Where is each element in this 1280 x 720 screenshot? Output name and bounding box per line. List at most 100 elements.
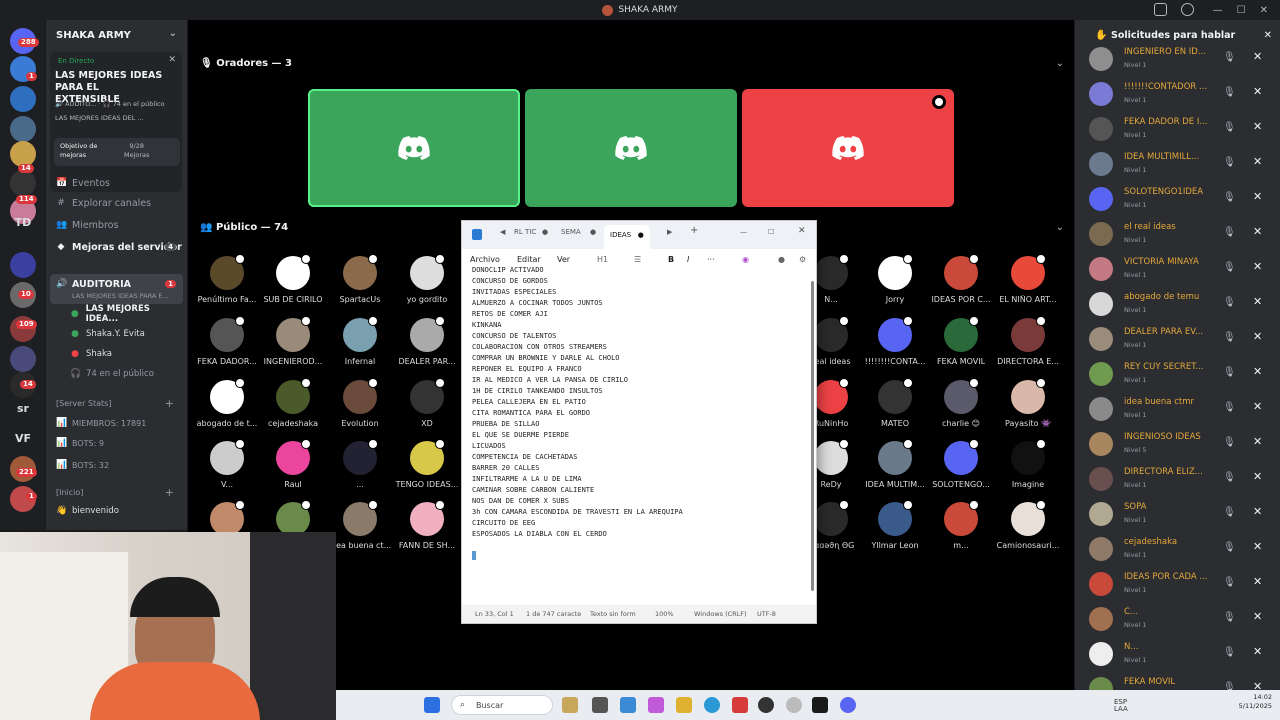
new-tab-button[interactable]: + bbox=[690, 225, 698, 236]
search-input[interactable]: ⌕ Buscar bbox=[451, 695, 553, 715]
audience-member[interactable]: SOLOTENGO... bbox=[926, 439, 996, 501]
audience-member[interactable]: m... bbox=[926, 500, 996, 562]
invite-to-speak-icon[interactable]: 🎙 bbox=[1223, 192, 1236, 203]
audience-member[interactable]: charlie 😊 bbox=[926, 378, 996, 440]
inbox-icon[interactable] bbox=[1154, 3, 1167, 16]
audience-member[interactable]: IDEAS POR C... bbox=[926, 254, 996, 316]
audience-member[interactable]: cejadeshaka bbox=[258, 378, 328, 440]
scrollbar[interactable] bbox=[811, 281, 814, 591]
invite-to-speak-icon[interactable]: 🎙 bbox=[1223, 437, 1236, 448]
minimize-button[interactable]: — bbox=[740, 228, 747, 236]
speak-request[interactable]: SOLOTENGO1IDEA Nivel 1 🎙 ✕ bbox=[1075, 182, 1280, 217]
speaker-tile[interactable] bbox=[742, 89, 954, 207]
invite-to-speak-icon[interactable]: 🎙 bbox=[1223, 227, 1236, 238]
dismiss-icon[interactable]: ✕ bbox=[1253, 330, 1262, 343]
menu-archivo[interactable]: Archivo bbox=[470, 255, 500, 264]
audience-member[interactable]: Imagine bbox=[993, 439, 1063, 501]
copilot-icon[interactable]: ◉ bbox=[742, 255, 749, 264]
explorer-app-icon[interactable] bbox=[676, 697, 692, 713]
dismiss-icon[interactable]: ✕ bbox=[1253, 540, 1262, 553]
dismiss-icon[interactable]: ✕ bbox=[1253, 575, 1262, 588]
invite-to-speak-icon[interactable]: 🎙 bbox=[1223, 507, 1236, 518]
start-icon[interactable] bbox=[424, 697, 440, 713]
live-stage-card[interactable]: En Directo ✕ LAS MEJORES IDEAS PARA EL E… bbox=[50, 52, 182, 192]
server-initials[interactable]: TD bbox=[10, 216, 36, 229]
notepad-app-icon[interactable] bbox=[620, 697, 636, 713]
audience-member[interactable]: Jorry bbox=[860, 254, 930, 316]
audience-member[interactable]: !!!!!!!!CONTA... bbox=[860, 316, 930, 378]
stage-speaker[interactable]: ● Shaka bbox=[52, 345, 182, 363]
audience-member[interactable]: Penúltimo Fa... bbox=[192, 254, 262, 316]
server-header[interactable]: SHAKA ARMY ⌄ bbox=[46, 20, 187, 50]
speak-request[interactable]: FEKA DADOR DE I... Nivel 1 🎙 ✕ bbox=[1075, 112, 1280, 147]
server-icon[interactable] bbox=[10, 170, 36, 196]
boost-goal[interactable]: Objetivo de mejoras 9/28 Mejoras bbox=[54, 138, 180, 166]
speak-request[interactable]: IDEA MULTIMILL... Nivel 1 🎙 ✕ bbox=[1075, 147, 1280, 182]
dismiss-icon[interactable]: ✕ bbox=[1253, 400, 1262, 413]
invite-to-speak-icon[interactable]: 🎙 bbox=[1223, 157, 1236, 168]
speak-request[interactable]: C... Nivel 1 🎙 ✕ bbox=[1075, 602, 1280, 637]
tab-sema[interactable]: SEMA bbox=[561, 228, 581, 236]
invite-to-speak-icon[interactable]: 🎙 bbox=[1223, 577, 1236, 588]
audience-member[interactable]: Raul bbox=[258, 439, 328, 501]
list-icon[interactable]: ☰ bbox=[634, 255, 641, 264]
chevron-down-icon[interactable]: ⌄ bbox=[1056, 58, 1064, 69]
server-icon[interactable] bbox=[10, 86, 36, 112]
language-indicator[interactable]: ESP LAA bbox=[1114, 699, 1128, 713]
invite-to-speak-icon[interactable]: 🎙 bbox=[1223, 402, 1236, 413]
menu-editar[interactable]: Editar bbox=[517, 255, 541, 264]
sidebar-item-members[interactable]: 👥 Miembros bbox=[52, 216, 182, 234]
speak-request[interactable]: SOPA Nivel 1 🎙 ✕ bbox=[1075, 497, 1280, 532]
dismiss-icon[interactable]: ✕ bbox=[1253, 645, 1262, 658]
close-icon[interactable]: ● bbox=[542, 228, 548, 236]
notepad-text-area[interactable]: DONOCLIP ACTIVADO CONCURSO DE GORDOS INVIT… bbox=[472, 265, 802, 540]
widgets-icon[interactable] bbox=[562, 697, 578, 713]
app-icon[interactable] bbox=[786, 697, 802, 713]
maximize-button[interactable]: ☐ bbox=[768, 228, 774, 236]
audience-member[interactable]: yo gordito bbox=[392, 254, 462, 316]
audience-member[interactable]: Camionosauri... bbox=[993, 500, 1063, 562]
menu-ver[interactable]: Ver bbox=[557, 255, 570, 264]
dismiss-icon[interactable]: ✕ bbox=[1253, 155, 1262, 168]
invite-to-speak-icon[interactable]: 🎙 bbox=[1223, 647, 1236, 658]
audience-member[interactable]: FEKA DADOR... bbox=[192, 316, 262, 378]
invite-to-speak-icon[interactable]: 🎙 bbox=[1223, 612, 1236, 623]
sidebar-item-events[interactable]: 📅 Eventos bbox=[52, 174, 182, 192]
speak-request[interactable]: idea buena ctmr Nivel 1 🎙 ✕ bbox=[1075, 392, 1280, 427]
stage-speaker[interactable]: ● LAS MEJORES IDEA... bbox=[52, 304, 182, 324]
invite-to-speak-icon[interactable]: 🎙 bbox=[1223, 542, 1236, 553]
speak-request[interactable]: INGENIERO EN ID... Nivel 1 🎙 ✕ bbox=[1075, 42, 1280, 77]
server-icon[interactable] bbox=[10, 116, 36, 142]
dismiss-icon[interactable]: ✕ bbox=[1253, 85, 1262, 98]
channel-bienvenido[interactable]: 👋 bienvenido bbox=[52, 502, 182, 520]
audience-member[interactable]: FEKA MOVIL bbox=[926, 316, 996, 378]
server-icon[interactable] bbox=[10, 252, 36, 278]
dismiss-icon[interactable]: ✕ bbox=[1253, 50, 1262, 63]
speak-request[interactable]: VICTORIA MINAYA Nivel 1 🎙 ✕ bbox=[1075, 252, 1280, 287]
stat-members[interactable]: 📊 MIEMBROS: 17891 bbox=[52, 414, 182, 432]
stat-bots-2[interactable]: 📊 BOTS: 32 bbox=[52, 456, 182, 474]
dismiss-icon[interactable]: ✕ bbox=[1253, 260, 1262, 273]
heading-dropdown[interactable]: H1 bbox=[597, 255, 608, 264]
help-icon[interactable] bbox=[1181, 3, 1194, 16]
speak-request[interactable]: cejadeshaka Nivel 1 🎙 ✕ bbox=[1075, 532, 1280, 567]
app-icon[interactable] bbox=[812, 697, 828, 713]
dismiss-icon[interactable]: ✕ bbox=[1253, 610, 1262, 623]
dismiss-icon[interactable]: ✕ bbox=[1253, 505, 1262, 518]
stage-speaker[interactable]: ● Shaka.Y. Evita bbox=[52, 325, 182, 343]
audience-member[interactable]: SUB DE CIRILO bbox=[258, 254, 328, 316]
audience-member[interactable]: DEALER PAR... bbox=[392, 316, 462, 378]
dismiss-icon[interactable]: ✕ bbox=[1253, 225, 1262, 238]
server-initials[interactable]: sr bbox=[10, 402, 36, 415]
minimize-button[interactable]: — bbox=[1213, 5, 1223, 16]
more-icon[interactable]: ··· bbox=[707, 255, 715, 264]
audience-member[interactable]: abogado de t... bbox=[192, 378, 262, 440]
close-icon[interactable]: ✕ bbox=[168, 55, 176, 65]
invite-to-speak-icon[interactable]: 🎙 bbox=[1223, 262, 1236, 273]
tab-left-arrow[interactable]: ◀ bbox=[500, 228, 505, 236]
audience-member[interactable]: Evolution bbox=[325, 378, 395, 440]
invite-to-speak-icon[interactable]: 🎙 bbox=[1223, 122, 1236, 133]
account-icon[interactable]: ● bbox=[778, 255, 785, 264]
category-inicio[interactable]: [Inicio] + bbox=[52, 483, 182, 501]
italic-icon[interactable]: I bbox=[687, 255, 689, 264]
